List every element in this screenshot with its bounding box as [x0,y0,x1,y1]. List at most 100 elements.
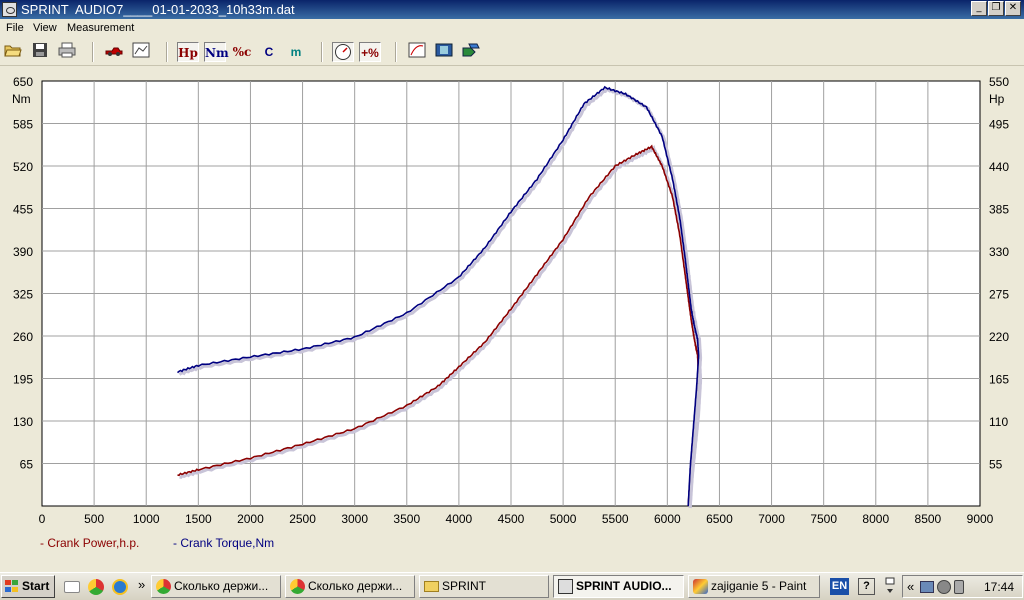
engine-icon[interactable] [103,42,125,62]
y-left-tick-label: 650 [13,75,33,89]
y-left-unit-label: Nm [12,92,31,106]
chrome-icon[interactable] [88,579,104,595]
task-label: zajiganie 5 - Paint [711,579,807,593]
x-tick-label: 2500 [289,512,316,526]
menu-file[interactable]: File [6,22,24,34]
menu-measurement[interactable]: Measurement [67,22,134,34]
ie-icon[interactable] [112,579,128,595]
toolbar-separator [395,42,397,62]
x-tick-label: 6000 [654,512,681,526]
y-left-tick-label: 325 [13,288,33,302]
y-left-tick-label: 520 [13,160,33,174]
y-right-tick-label: 330 [989,245,1009,259]
x-tick-label: 3500 [393,512,420,526]
y-right-unit-label: Hp [989,92,1005,106]
task-label: Сколько держи... [174,579,269,593]
y-right-tick-label: 55 [989,458,1003,472]
y-left-tick-label: 65 [20,458,34,472]
app-icon[interactable] [2,2,17,17]
graph-window-icon[interactable] [130,42,152,62]
hp-toggle-button[interactable]: Hp [177,42,199,62]
x-tick-label: 500 [84,512,104,526]
start-button[interactable]: Start [1,575,55,598]
c-button[interactable]: C [258,42,280,62]
language-indicator[interactable]: EN [830,578,849,595]
film-strip-icon[interactable] [433,42,455,62]
menu-bar: File View Measurement [0,19,1024,38]
export-arrow-icon[interactable] [460,42,482,62]
ebay-icon[interactable] [64,581,80,593]
task-chrome-2[interactable]: Сколько держи... [285,575,415,598]
toolbar: Hp Nm %c C m +% [0,38,1024,66]
x-tick-label: 8500 [915,512,942,526]
x-tick-label: 1000 [133,512,160,526]
nm-toggle-button[interactable]: Nm [204,42,229,62]
dyno-chart-panel: 0 500 1000 1500 2000 2500 3000 3500 4000 4500 5000… [0,67,1024,572]
taskbar: Start » Сколько держи... Сколько держи..… [0,572,1024,600]
x-tick-label: 7500 [810,512,837,526]
save-disk-icon[interactable] [29,42,51,62]
open-folder-icon[interactable] [2,42,24,62]
task-sprint-audio[interactable]: SPRINT AUDIO... [553,575,684,598]
y-right-tick-label: 550 [989,75,1009,89]
sprint-app-icon [558,579,573,594]
m-button[interactable]: m [285,42,307,62]
x-tick-label: 4000 [446,512,473,526]
menu-view[interactable]: View [33,22,57,34]
y-right-tick-label: 440 [989,160,1009,174]
task-label: Сколько держи... [308,579,403,593]
tray-expand-arrow[interactable]: « [907,579,914,594]
y-left-tick-label: 390 [13,245,33,259]
x-tick-label: 1500 [185,512,212,526]
x-tick-label: 0 [39,512,46,526]
task-label: SPRINT AUDIO... [576,579,672,593]
legend-power: - Crank Power,h.p. [40,536,140,550]
clock: 17:44 [983,580,1014,594]
y-right-tick-label: 220 [989,330,1009,344]
network-icon[interactable] [920,581,934,593]
y-right-tick-label: 495 [989,118,1009,132]
legend-torque: - Crank Torque,Nm [173,536,275,550]
task-label: SPRINT [442,579,487,593]
legend-power-label: Crank Power,h.p. [47,536,140,550]
gauge-icon[interactable] [332,42,354,62]
y-left-tick-label: 455 [13,203,33,217]
x-tick-label: 5000 [550,512,577,526]
volume-icon[interactable] [937,580,951,594]
toolbar-separator [166,42,168,62]
folder-icon [424,581,439,592]
minimize-button[interactable]: _ [971,1,987,16]
start-label: Start [22,579,50,593]
help-icon[interactable]: ? [858,578,875,595]
curve-graph-icon[interactable] [406,42,428,62]
task-chrome-1[interactable]: Сколько держи... [151,575,281,598]
y-right-tick-label: 165 [989,373,1009,387]
close-button[interactable]: ✕ [1005,1,1021,16]
usb-device-icon[interactable] [954,580,964,594]
toolbar-separator [321,42,323,62]
dyno-chart: 0 500 1000 1500 2000 2500 3000 3500 4000 4500 5000… [12,75,1009,526]
y-right-tick-label: 110 [989,415,1008,429]
chrome-icon [290,579,305,594]
x-tick-label: 3000 [341,512,368,526]
title-bar[interactable]: SPRINT AUDIO7____01-01-2033_10h33m.dat _… [0,0,1024,19]
y-left-tick-label: 195 [13,373,33,387]
x-tick-label: 4500 [498,512,525,526]
system-tray: « 17:44 [902,575,1023,598]
x-tick-label: 2000 [237,512,264,526]
task-paint[interactable]: zajiganie 5 - Paint [688,575,820,598]
legend-torque-label: Crank Torque,Nm [180,536,275,550]
x-tick-label: 7000 [758,512,785,526]
show-desktop-icon[interactable] [884,576,896,597]
x-tick-label: 8000 [862,512,889,526]
x-tick-label: 5500 [602,512,629,526]
quicklaunch-more[interactable]: » [138,577,145,592]
print-icon[interactable] [56,42,78,62]
y-right-tick-label: 385 [989,203,1009,217]
y-left-tick-label: 260 [13,330,33,344]
y-left-tick-label: 585 [13,118,33,132]
percent-button[interactable]: %c [231,42,253,62]
task-folder[interactable]: SPRINT [419,575,549,598]
restore-button[interactable]: ❐ [988,1,1004,16]
plus-percent-button[interactable]: +% [359,42,381,62]
